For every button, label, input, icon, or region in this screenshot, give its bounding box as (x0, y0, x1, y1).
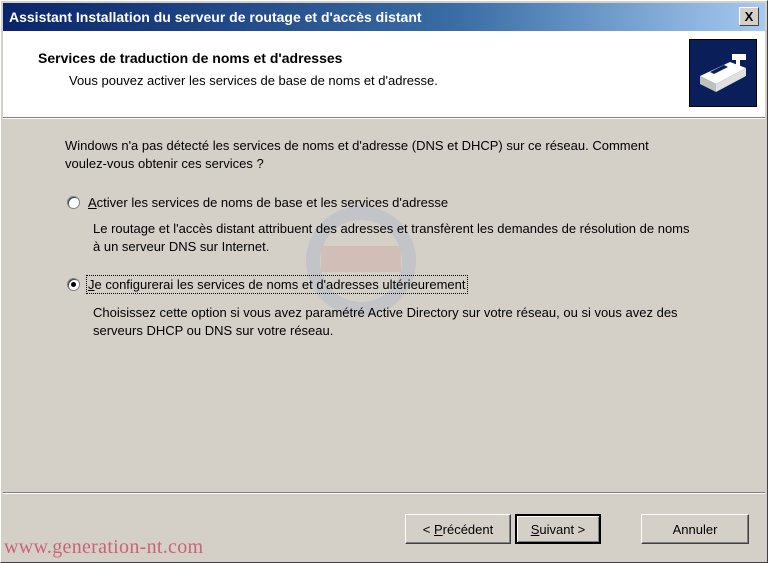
option-description-configure-later: Choisissez cette option si vous avez par… (93, 305, 678, 338)
back-label: récédent (442, 521, 494, 537)
cancel-button[interactable]: Annuler (641, 514, 749, 544)
footer-divider (3, 492, 765, 494)
wizard-content: Windows n'a pas détecté les services de … (1, 119, 767, 489)
label-text: e configurerai les services de noms et d… (94, 277, 466, 292)
back-button[interactable]: < Précédent (405, 514, 511, 544)
option-activate-basic-services[interactable]: Activer les services de noms de base et … (67, 195, 448, 210)
back-accel: P (433, 521, 443, 537)
wizard-window: Assistant Installation du serveur de rou… (0, 0, 768, 563)
cancel-label: Annuler (672, 521, 718, 537)
close-button[interactable]: X (739, 7, 759, 26)
wizard-header: Services de traduction de noms et d'adre… (3, 31, 765, 118)
radio-selected-dot (71, 282, 76, 287)
next-accel: S (530, 521, 540, 537)
radio-activate-basic-services[interactable] (67, 196, 80, 209)
window-title: Assistant Installation du serveur de rou… (9, 9, 422, 25)
next-button[interactable]: Suivant > (515, 514, 601, 544)
site-watermark: www.generation-nt.com (4, 536, 204, 558)
title-bar[interactable]: Assistant Installation du serveur de rou… (3, 3, 765, 31)
wizard-icon (689, 39, 757, 107)
accel-key: A (88, 195, 97, 210)
option-label-activate[interactable]: Activer les services de noms de base et … (88, 195, 448, 210)
option-label-configure-later[interactable]: Je configurerai les services de noms et … (86, 275, 468, 294)
radio-configure-later[interactable] (67, 278, 80, 291)
next-label: uivant > (539, 521, 586, 537)
option-configure-later[interactable]: Je configurerai les services de noms et … (67, 275, 468, 294)
intro-text: Windows n'a pas détecté les services de … (65, 138, 649, 171)
page-subtitle: Vous pouvez activer les services de base… (69, 73, 438, 88)
page-title: Services de traduction de noms et d'adre… (38, 50, 343, 66)
close-icon: X (744, 9, 754, 24)
option-description-activate: Le routage et l'accès distant attribuent… (93, 221, 690, 254)
label-text: ctiver les services de noms de base et l… (96, 195, 449, 210)
back-arrow: < (422, 521, 434, 537)
